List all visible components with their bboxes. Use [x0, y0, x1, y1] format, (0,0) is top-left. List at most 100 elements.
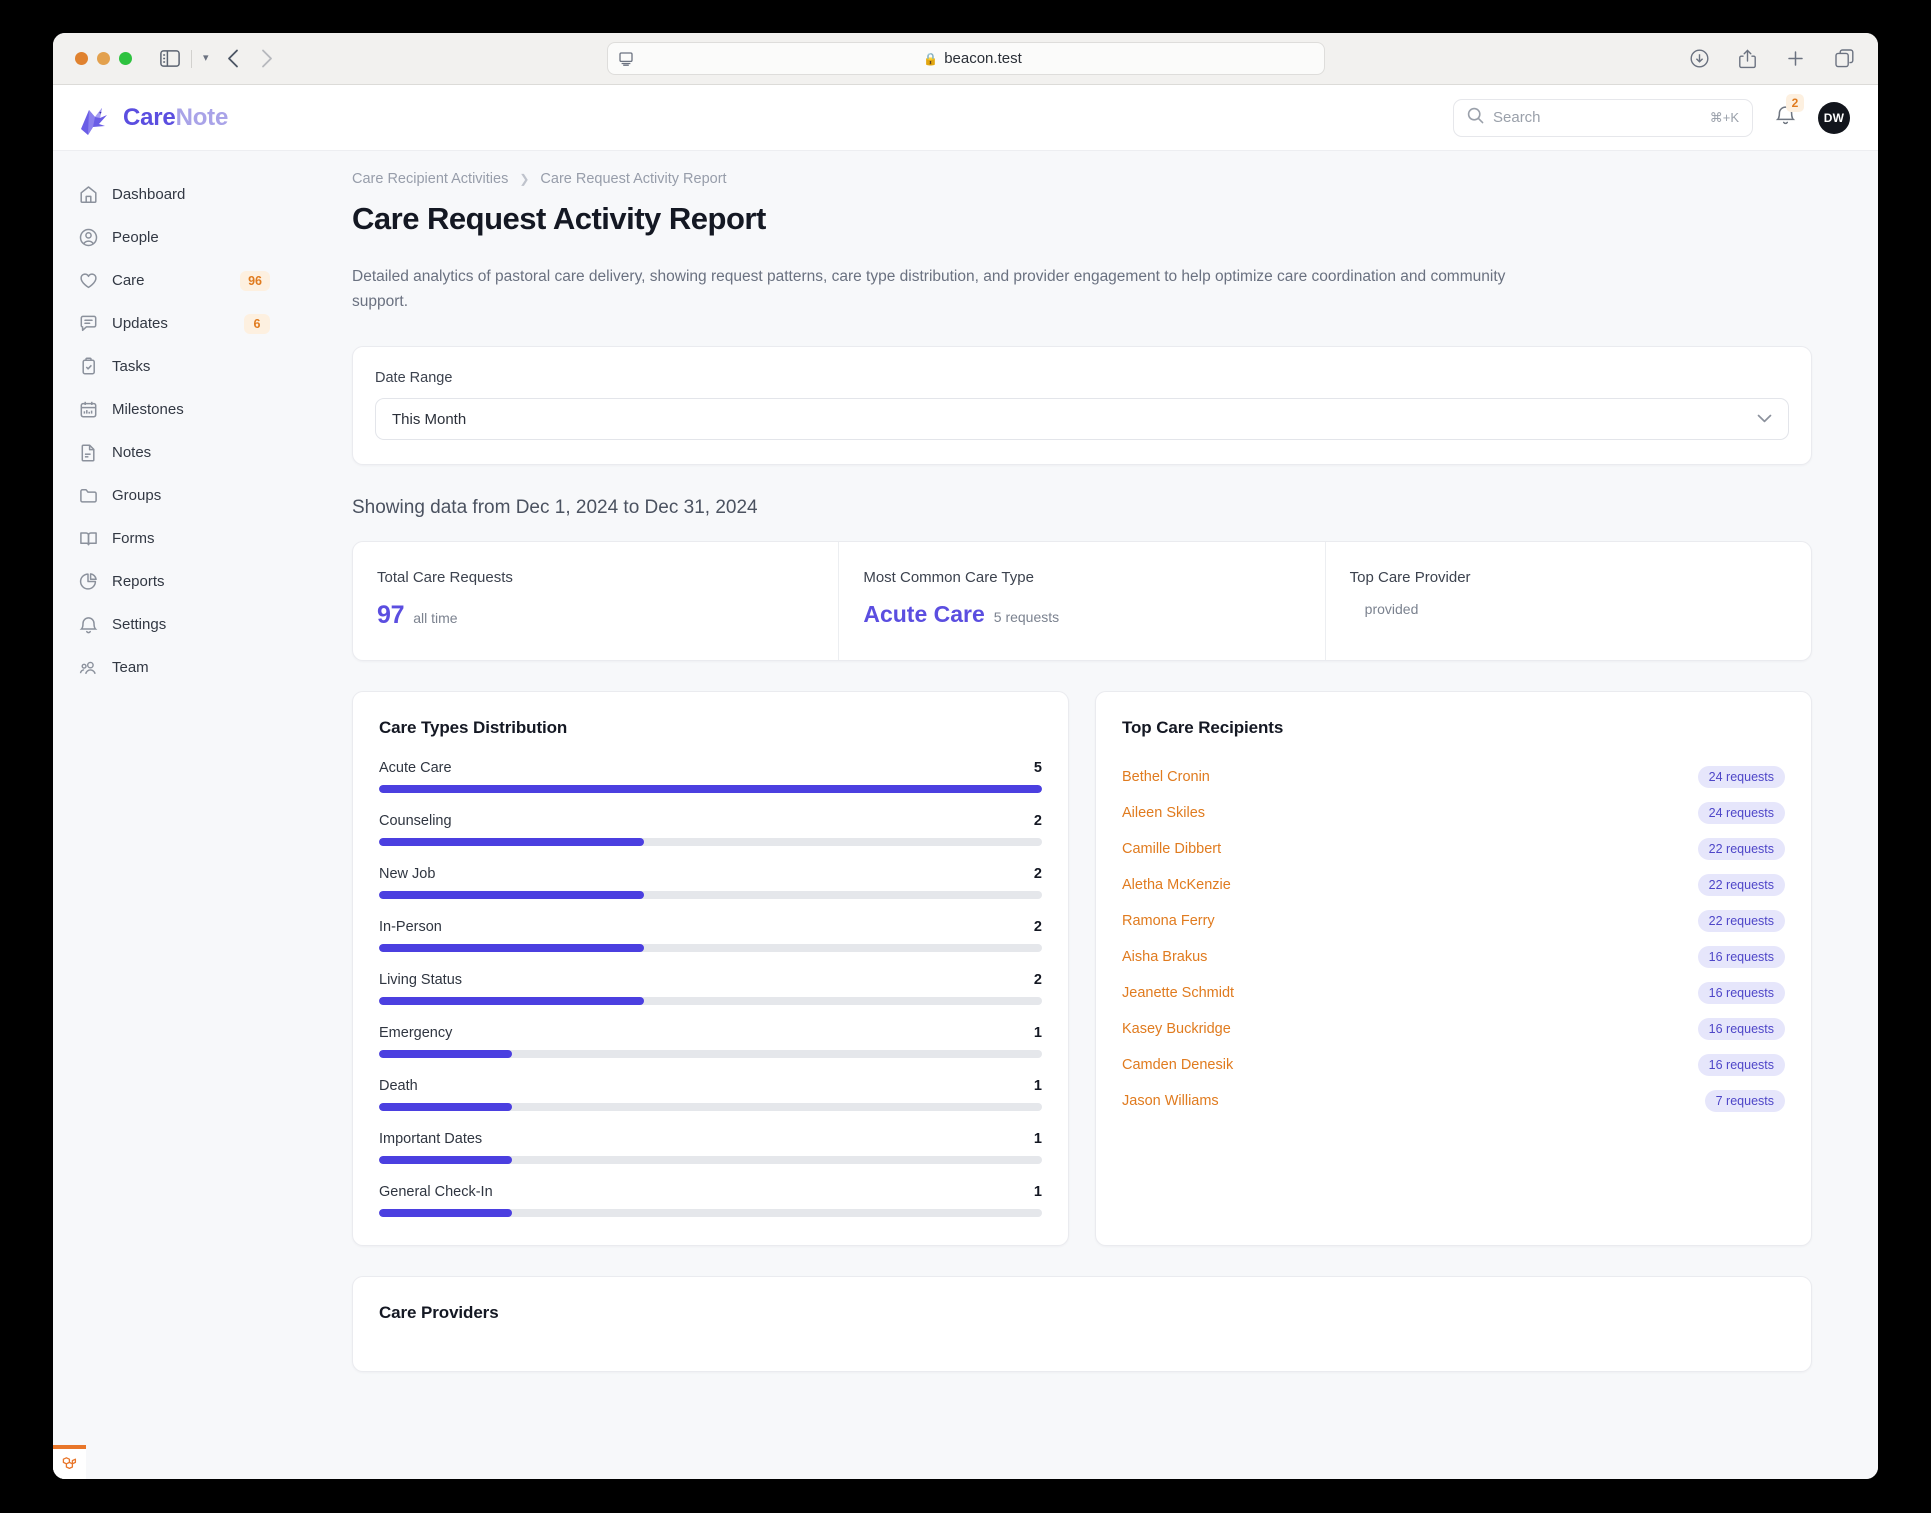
new-tab-icon[interactable]: [1786, 49, 1805, 68]
sidebar-item-forms[interactable]: Forms: [67, 517, 282, 560]
stats-row: Total Care Requests 97 all time Most Com…: [352, 541, 1812, 662]
recipient-name[interactable]: Kasey Buckridge: [1122, 1021, 1231, 1037]
recipient-request-count-badge: 22 requests: [1697, 874, 1785, 897]
care-type-bar-fill: [379, 838, 645, 847]
window-controls[interactable]: [75, 52, 132, 65]
stat-value-row: 97 all time: [377, 601, 814, 630]
recipient-row: Aileen Skiles 24 requests: [1122, 795, 1785, 831]
recipient-name[interactable]: Jason Williams: [1122, 1093, 1219, 1109]
search-shortcut-hint: ⌘+K: [1709, 109, 1739, 125]
minimize-window-button[interactable]: [97, 52, 110, 65]
toolbar-right-actions[interactable]: [1690, 49, 1860, 69]
breadcrumb-parent[interactable]: Care Recipient Activities: [352, 171, 508, 187]
back-arrow-icon[interactable]: [227, 49, 239, 68]
application-root: CareNote Search ⌘+K 2 DW Dashboard Peopl…: [53, 85, 1878, 1479]
chevron-down-icon: [1757, 410, 1772, 428]
sidebar-item-dashboard[interactable]: Dashboard: [67, 173, 282, 216]
forward-arrow-icon[interactable]: [261, 49, 273, 68]
stat-label: Top Care Provider: [1349, 569, 1471, 587]
care-type-bar-row: In-Person 2: [379, 919, 1042, 953]
home-icon: [79, 185, 98, 204]
care-type-value: 2: [1033, 813, 1042, 830]
care-providers-panel: Care Providers: [352, 1276, 1812, 1373]
search-input[interactable]: Search ⌘+K: [1453, 98, 1753, 137]
reader-view-icon[interactable]: [618, 51, 633, 66]
sidebar-item-updates[interactable]: Updates 6: [67, 302, 282, 345]
sidebar-toggle-icon[interactable]: [160, 50, 180, 67]
stat-card-total-requests: Total Care Requests 97 all time: [353, 542, 840, 661]
search-placeholder: Search: [1493, 109, 1541, 126]
maximize-window-button[interactable]: [119, 52, 132, 65]
care-type-name: General Check-In: [379, 1184, 493, 1201]
care-type-bar-fill: [379, 1156, 512, 1165]
care-type-bar-track: [379, 997, 1042, 1006]
care-type-value: 1: [1033, 1025, 1042, 1042]
sidebar-item-notes[interactable]: Notes: [67, 431, 282, 474]
top-care-recipients-panel: Top Care Recipients Bethel Cronin 24 requ…: [1095, 691, 1812, 1247]
date-range-label: Date Range: [375, 370, 453, 387]
care-type-bar-fill: [379, 997, 645, 1006]
care-type-bar-track: [379, 891, 1042, 900]
showing-data-range: Showing data from Dec 1, 2024 to Dec 31,…: [352, 497, 758, 519]
care-type-bar-fill: [379, 891, 645, 900]
user-circle-icon: [79, 228, 98, 247]
panel-title: Care Types Distribution: [379, 718, 568, 738]
recipient-name[interactable]: Camden Denesik: [1122, 1057, 1233, 1073]
sidebar-item-label: Dashboard: [112, 186, 186, 203]
toolbar-divider: [191, 49, 192, 68]
recipient-row: Jeanette Schmidt 16 requests: [1122, 975, 1785, 1011]
sidebar-item-tasks[interactable]: Tasks: [67, 345, 282, 388]
brand-logo[interactable]: CareNote: [75, 99, 228, 137]
sidebar-badge-updates: 6: [244, 313, 270, 334]
sidebar-item-people[interactable]: People: [67, 216, 282, 259]
book-icon: [79, 529, 98, 548]
stat-value: Acute Care: [863, 601, 985, 628]
download-icon[interactable]: [1690, 49, 1709, 68]
care-type-bar-fill: [379, 1050, 512, 1059]
care-type-value: 1: [1033, 1131, 1042, 1148]
sidebar-item-reports[interactable]: Reports: [67, 560, 282, 603]
recipients-list: Bethel Cronin 24 requests Aileen Skiles 24 …: [1122, 759, 1785, 1119]
care-type-bar-track: [379, 785, 1042, 794]
care-types-distribution-panel: Care Types Distribution Acute Care 5 Couns…: [352, 691, 1069, 1247]
recipient-name[interactable]: Aisha Brakus: [1122, 949, 1207, 965]
brand-name-part1: Care: [123, 103, 176, 131]
address-bar[interactable]: 🔒 beacon.test: [606, 42, 1325, 75]
recipient-request-count-badge: 16 requests: [1697, 982, 1785, 1005]
panel-title: Care Providers: [379, 1303, 499, 1323]
navigation-arrows[interactable]: [227, 49, 273, 68]
calendar-icon: [79, 400, 98, 419]
sidebar-item-care[interactable]: Care 96: [67, 259, 282, 302]
care-type-bar-track: [379, 838, 1042, 847]
tab-overview-icon[interactable]: [1835, 49, 1854, 68]
app-body: Dashboard People Care 96 Updates 6 Tasks…: [53, 151, 1878, 1479]
stat-label: Most Common Care Type: [863, 569, 1034, 587]
close-window-button[interactable]: [75, 52, 88, 65]
avatar[interactable]: DW: [1818, 101, 1850, 134]
date-range-select[interactable]: This Month: [375, 398, 1789, 441]
care-type-value: 1: [1033, 1078, 1042, 1095]
recipient-name[interactable]: Jeanette Schmidt: [1122, 985, 1234, 1001]
sidebar-item-groups[interactable]: Groups: [67, 474, 282, 517]
recipient-row: Aisha Brakus 16 requests: [1122, 939, 1785, 975]
share-icon[interactable]: [1739, 49, 1756, 69]
recipient-name[interactable]: Aletha McKenzie: [1122, 877, 1231, 893]
sidebar-badge-care: 96: [240, 270, 270, 291]
laravel-debugbar-toggle[interactable]: [53, 1445, 86, 1479]
sidebar-item-settings[interactable]: Settings: [67, 603, 282, 646]
chevron-down-icon[interactable]: ▾: [203, 53, 209, 64]
care-type-bar-row: Death 1: [379, 1078, 1042, 1112]
stat-sub: all time: [413, 610, 458, 627]
sidebar-item-team[interactable]: Team: [67, 646, 282, 689]
screenshot-root: ▾ 🔒 beacon.test CareNote Search ⌘+K 2 DW…: [0, 0, 1931, 1513]
recipient-name[interactable]: Ramona Ferry: [1122, 913, 1215, 929]
recipient-name[interactable]: Camille Dibbert: [1122, 841, 1221, 857]
sidebar-item-milestones[interactable]: Milestones: [67, 388, 282, 431]
care-type-bar-row: Important Dates 1: [379, 1131, 1042, 1165]
recipient-name[interactable]: Aileen Skiles: [1122, 805, 1205, 821]
notifications-button[interactable]: 2: [1775, 94, 1804, 131]
care-type-bar-track: [379, 1209, 1042, 1218]
recipient-request-count-badge: 16 requests: [1697, 1018, 1785, 1041]
recipient-name[interactable]: Bethel Cronin: [1122, 769, 1210, 785]
care-type-name: Counseling: [379, 813, 452, 830]
